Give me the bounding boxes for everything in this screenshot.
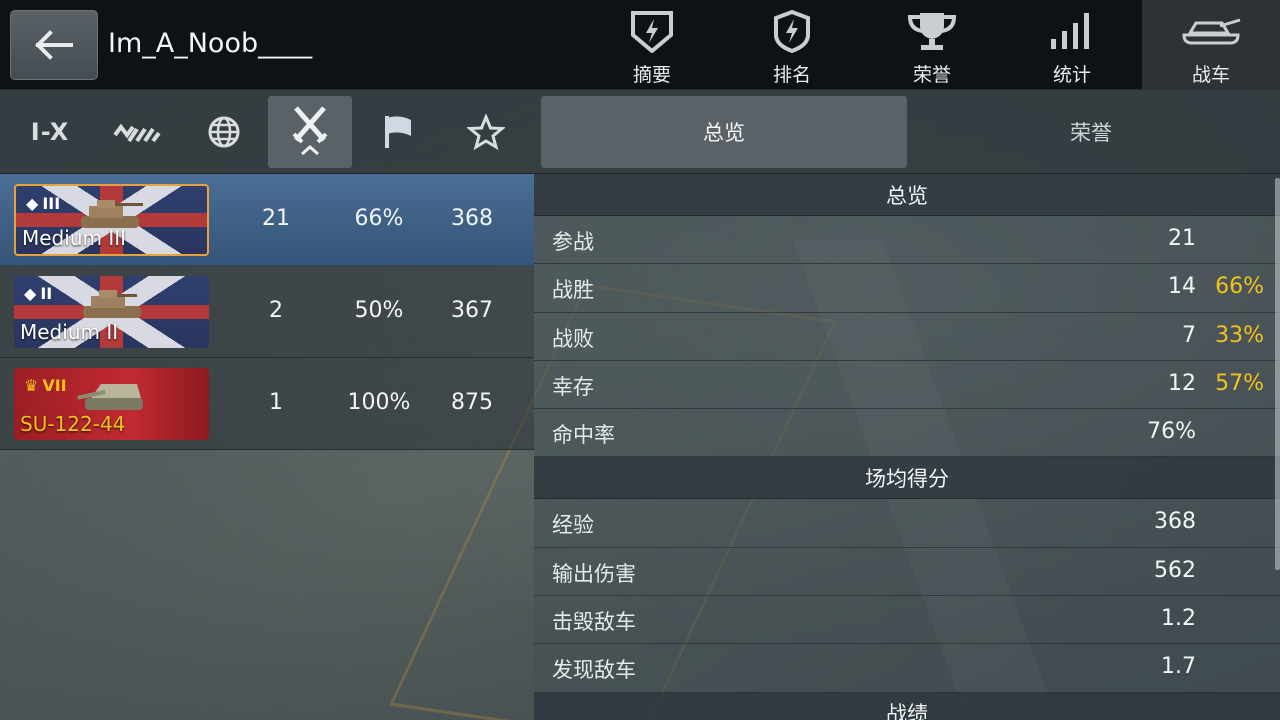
chevrons-icon <box>113 123 161 143</box>
stat-label: 幸存 <box>552 374 594 399</box>
filter-favorites-button[interactable] <box>444 96 528 168</box>
stat-row-survived: 幸存 12 57% <box>534 360 1280 410</box>
section-header-average-score: 场均得分 <box>534 457 1280 500</box>
stat-row-wins: 战胜 14 66% <box>534 264 1280 313</box>
stat-label: 命中率 <box>552 423 615 448</box>
vehicle-battles: 1 <box>269 390 283 415</box>
stat-value: 368 <box>1154 509 1196 535</box>
vehicle-tier: ◆ II <box>24 284 53 303</box>
tab-honors-label: 荣誉 <box>912 64 951 86</box>
stat-label: 发现敌车 <box>552 658 636 683</box>
stat-row-damage: 输出伤害 562 <box>534 547 1280 597</box>
stat-value: 14 <box>1168 274 1196 300</box>
stat-value: 76% <box>1147 419 1196 445</box>
filter-type-button[interactable] <box>94 96 178 168</box>
tab-honors[interactable]: 荣誉 <box>862 0 1002 90</box>
crossed-swords-icon <box>292 106 328 156</box>
tank-class-icon: ◆ <box>26 194 39 213</box>
vehicle-avg-xp: 367 <box>451 298 493 323</box>
player-name: Im_A_Noob____ <box>108 28 313 59</box>
vehicle-tier: ◆ III <box>26 194 61 213</box>
vehicle-card: ♛ VII SU-122-44 <box>14 368 209 440</box>
bars-icon <box>1049 8 1095 54</box>
tank-image-icon <box>83 290 141 318</box>
detail-tabs: 总览 荣誉 <box>534 90 1280 174</box>
stat-value: 1.7 <box>1161 654 1196 680</box>
stat-label: 战胜 <box>552 278 594 303</box>
arrow-left-icon <box>35 30 73 60</box>
stats-scrollbar[interactable] <box>1275 178 1280 570</box>
stat-row-experience: 经验 368 <box>534 499 1280 548</box>
vehicle-winrate: 100% <box>347 390 411 415</box>
stat-percent: 66% <box>1215 274 1264 300</box>
stat-label: 输出伤害 <box>552 561 636 586</box>
stat-row-spotted: 发现敌车 1.7 <box>534 644 1280 693</box>
stat-value: 12 <box>1168 370 1196 396</box>
tab-vehicle-honors[interactable]: 荣誉 <box>908 96 1274 168</box>
vehicle-battles: 21 <box>262 206 290 231</box>
stat-label: 经验 <box>552 513 594 538</box>
trophy-icon <box>906 8 958 54</box>
filter-tier-label: I-X <box>30 118 70 146</box>
tab-summary-label: 摘要 <box>632 64 671 86</box>
vehicle-battles: 2 <box>269 298 283 323</box>
stat-row-losses: 战败 7 33% <box>534 312 1280 361</box>
stat-percent: 57% <box>1215 370 1264 396</box>
vehicle-avg-xp: 368 <box>451 206 493 231</box>
stat-value: 7 <box>1182 322 1196 348</box>
stat-label: 击毁敌车 <box>552 610 636 635</box>
stat-value: 1.2 <box>1161 606 1196 632</box>
top-bar: Im_A_Noob____ 摘要 排名 荣誉 统计 战车 <box>0 0 1280 90</box>
vehicle-name: Medium II <box>20 320 119 344</box>
shield-bolt-icon <box>629 8 675 54</box>
vehicle-row-medium-ii[interactable]: ◆ II Medium II 2 50% 367 <box>0 266 534 358</box>
filter-nation-button[interactable] <box>182 96 266 168</box>
section-header-records: 战绩 <box>534 692 1280 720</box>
vehicle-row-su-122-44[interactable]: ♛ VII SU-122-44 1 100% 875 <box>0 358 534 450</box>
tab-vehicles[interactable]: 战车 <box>1142 0 1280 90</box>
premium-badge-icon: ♛ <box>24 376 39 395</box>
vehicle-avg-xp: 875 <box>451 390 493 415</box>
stats-panel[interactable]: 总览 参战 21 战胜 14 66% 战败 7 33% 幸存 12 57% 命中… <box>534 174 1280 720</box>
vehicle-tier: ♛ VII <box>24 376 67 395</box>
stat-row-battles: 参战 21 <box>534 216 1280 265</box>
tank-image-icon <box>77 384 143 410</box>
vehicle-winrate: 50% <box>354 298 404 323</box>
filter-tier-button[interactable]: I-X <box>8 96 92 168</box>
filter-battles-button[interactable] <box>268 96 352 168</box>
stat-value: 562 <box>1154 557 1196 583</box>
flag-icon <box>385 116 411 148</box>
stat-row-hit-rate: 命中率 76% <box>534 409 1280 458</box>
vehicle-row-medium-iii[interactable]: ◆ III Medium III 21 66% 368 <box>0 174 534 266</box>
vehicle-card: ◆ II Medium II <box>14 276 209 348</box>
back-button[interactable] <box>10 10 98 80</box>
stat-label: 参战 <box>552 230 594 254</box>
tab-statistics-label: 统计 <box>1052 64 1091 86</box>
stat-label: 战败 <box>552 326 594 351</box>
stat-percent: 33% <box>1215 322 1264 348</box>
stat-value: 21 <box>1168 226 1196 251</box>
filter-flag-button[interactable] <box>356 96 440 168</box>
section-header-overview: 总览 <box>534 174 1280 216</box>
star-icon <box>467 114 505 150</box>
tab-ranking-label: 排名 <box>772 64 811 86</box>
tab-vehicles-label: 战车 <box>1191 64 1230 86</box>
tab-summary[interactable]: 摘要 <box>582 0 722 90</box>
tab-ranking[interactable]: 排名 <box>722 0 862 90</box>
globe-icon <box>208 116 240 148</box>
vehicle-winrate: 66% <box>354 206 404 231</box>
tab-overview[interactable]: 总览 <box>541 96 907 168</box>
stat-row-kills: 击毁敌车 1.2 <box>534 596 1280 645</box>
tank-icon <box>1180 8 1242 54</box>
vehicle-card: ◆ III Medium III <box>14 184 209 256</box>
vehicle-name: SU-122-44 <box>20 412 126 436</box>
vehicle-name: Medium III <box>22 226 127 250</box>
vehicle-filter-bar: I-X <box>0 90 534 174</box>
tab-statistics[interactable]: 统计 <box>1002 0 1142 90</box>
tank-class-icon: ◆ <box>24 284 37 303</box>
badge-bolt-icon <box>772 8 812 54</box>
